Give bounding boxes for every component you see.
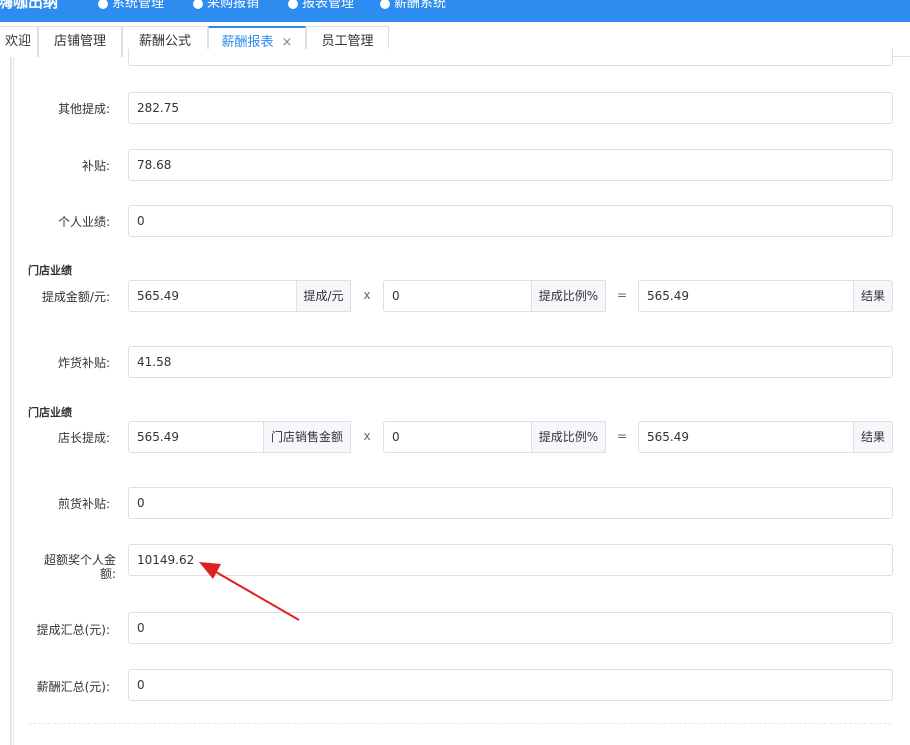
multiply-sign: x [363, 288, 371, 302]
report-icon [288, 0, 298, 9]
salary-report-form: 其他提成: 282.75 补贴: 78.68 个人业绩: 0 门店业绩 提成金额… [0, 49, 910, 745]
personal-performance-input[interactable]: 0 [128, 205, 893, 237]
purchase-icon [193, 0, 203, 9]
commission-amount-label: 提成金额/元: [41, 290, 110, 304]
nav-report[interactable]: 报表管理 [288, 0, 354, 11]
result-addon: 结果 [853, 280, 893, 312]
commission-ratio-input[interactable]: 0 [383, 280, 533, 312]
fried-subsidy-input[interactable]: 41.58 [128, 346, 893, 378]
other-commission-label: 其他提成: [57, 102, 110, 116]
personal-performance-label: 个人业绩: [57, 215, 110, 229]
store-sales-addon: 门店销售金额 [263, 421, 351, 453]
manager-ratio-input[interactable]: 0 [383, 421, 533, 453]
commission-amount-input[interactable]: 565.49 [128, 280, 298, 312]
equals-sign-2: = [616, 429, 628, 443]
manager-commission-input[interactable]: 565.49 [128, 421, 265, 453]
commission-total-label: 提成汇总(元): [36, 623, 110, 637]
close-icon[interactable]: × [282, 35, 293, 50]
clipped-field[interactable] [128, 49, 893, 66]
other-commission-input[interactable]: 282.75 [128, 92, 893, 124]
tab-welcome[interactable]: 欢迎 [0, 26, 38, 57]
fried-subsidy-label: 炸货补贴: [57, 356, 110, 370]
result-input[interactable]: 565.49 [638, 280, 855, 312]
salary-total-input[interactable]: 0 [128, 669, 893, 701]
gear-icon [98, 0, 108, 9]
salary-icon [380, 0, 390, 9]
salary-total-label: 薪酬汇总(元): [36, 680, 110, 694]
multiply-sign-2: x [363, 429, 371, 443]
pan-subsidy-label: 煎货补贴: [57, 497, 110, 511]
store-performance-heading: 门店业绩 [28, 264, 72, 277]
nav-purchase[interactable]: 采购报销 [193, 0, 259, 11]
subsidy-input[interactable]: 78.68 [128, 149, 893, 181]
red-arrow-annotation [199, 562, 300, 621]
top-nav-bar: 嗨咖出纳 系统管理 采购报销 报表管理 薪酬系统 [0, 0, 910, 22]
arrow-shaft [208, 567, 300, 621]
ratio-percent-addon-2: 提成比例% [531, 421, 606, 453]
result-addon-2: 结果 [853, 421, 893, 453]
pan-subsidy-input[interactable]: 0 [128, 487, 893, 519]
nav-salary[interactable]: 薪酬系统 [380, 0, 446, 11]
excess-bonus-label: 超额奖个人金额: [43, 553, 116, 581]
tab-store-management[interactable]: 店铺管理 [38, 26, 122, 57]
store-performance-heading-2: 门店业绩 [28, 406, 72, 419]
equals-sign: = [616, 288, 628, 302]
subsidy-label: 补贴: [81, 159, 110, 173]
app-brand: 嗨咖出纳 [0, 0, 59, 11]
arrow-head [199, 562, 221, 579]
nav-system[interactable]: 系统管理 [98, 0, 164, 11]
commission-unit-addon: 提成/元 [296, 280, 351, 312]
result-input-2[interactable]: 565.49 [638, 421, 855, 453]
form-divider [28, 723, 892, 724]
ratio-percent-addon: 提成比例% [531, 280, 606, 312]
manager-commission-label: 店长提成: [57, 431, 110, 445]
